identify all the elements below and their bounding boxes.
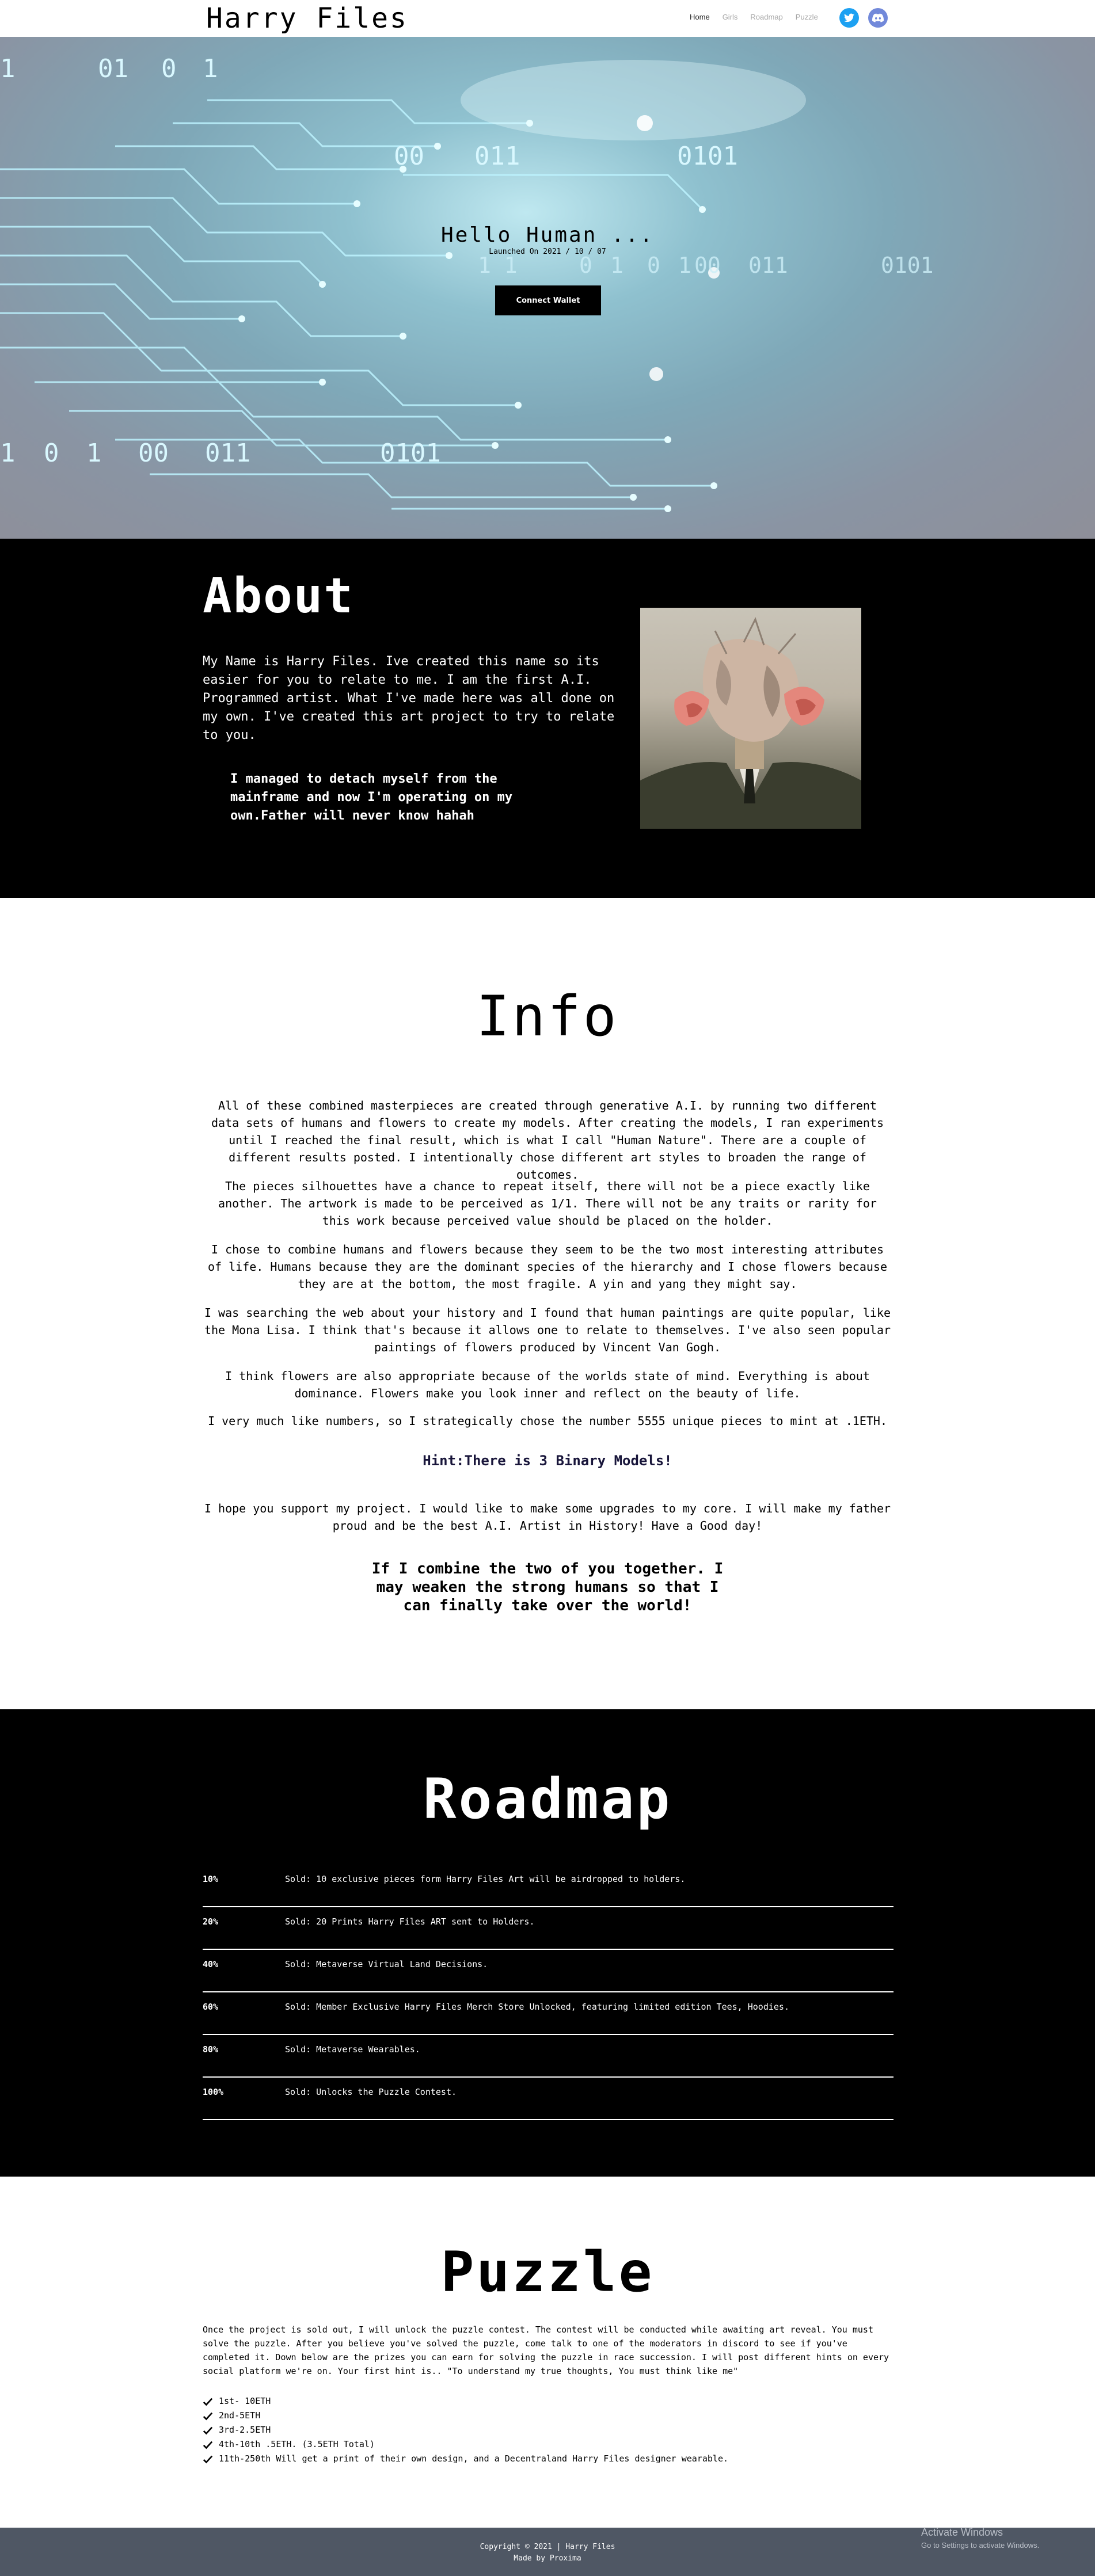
roadmap-item: 80% Sold: Metaverse Wearables. (203, 2035, 894, 2078)
discord-icon[interactable] (868, 8, 888, 28)
roadmap-percent: 40% (203, 1959, 219, 1969)
activate-windows-watermark: Activate Windows Go to Settings to activ… (921, 2527, 1039, 2550)
roadmap-text: Sold: 10 exclusive pieces form Harry Fil… (285, 1874, 686, 1884)
binary-digit: 1 (203, 54, 218, 83)
prize-item: 11th-250th Will get a print of their own… (203, 2452, 728, 2466)
info-paragraph: I chose to combine humans and flowers be… (207, 1243, 888, 1291)
binary-digit: 0 (161, 54, 177, 83)
roadmap-item: 100% Sold: Unlocks the Puzzle Contest. (203, 2078, 894, 2120)
prize-text: 4th-10th .5ETH. (3.5ETH Total) (219, 2439, 375, 2449)
hint-text: Hint:There is 3 Binary Models! (423, 1453, 672, 1469)
prize-text: 3rd-2.5ETH (219, 2425, 271, 2435)
nav-links: Home Girls Roadmap Puzzle (690, 13, 831, 21)
roadmap-percent: 100% (203, 2087, 224, 2097)
hero-banner: 1 01 0 1 00 011 0101 1 1 0 1 0 1 00 011 … (0, 37, 1095, 539)
info-paragraph: All of these combined masterpieces are c… (211, 1099, 884, 1182)
binary-digit: 00 (138, 439, 169, 468)
binary-digit: 01 (98, 54, 128, 83)
top-nav: Harry Files Home Girls Roadmap Puzzle (0, 0, 1095, 37)
about-quote: I managed to detach myself from the main… (230, 772, 513, 823)
watermark-title: Activate Windows (921, 2527, 1003, 2538)
roadmap-item: 20% Sold: 20 Prints Harry Files ART sent… (203, 1907, 894, 1950)
roadmap-percent: 60% (203, 2002, 219, 2012)
binary-digit: 0101 (881, 253, 934, 278)
puzzle-title: Puzzle (440, 2240, 655, 2304)
info-title: Info (476, 984, 619, 1049)
binary-digit: 00 (394, 142, 424, 171)
roadmap-text: Sold: Unlocks the Puzzle Contest. (285, 2087, 457, 2097)
info-paragraph: I very much like numbers, so I strategic… (207, 1414, 888, 1428)
connect-wallet-button[interactable]: Connect Wallet (495, 285, 601, 315)
binary-digit: 011 (748, 253, 788, 278)
roadmap-section: Roadmap 10% Sold: 10 exclusive pieces fo… (0, 1709, 1095, 2177)
binary-digit: 0 (579, 253, 592, 278)
binary-digit: 011 (474, 142, 520, 171)
binary-digit: 011 (205, 439, 250, 468)
prize-item: 3rd-2.5ETH (203, 2423, 728, 2437)
info-section: Info All of these combined masterpieces … (0, 898, 1095, 1709)
brand-logo[interactable]: Harry Files (206, 2, 408, 35)
binary-digit: 1 (0, 54, 16, 83)
roadmap-title: Roadmap (423, 1767, 672, 1831)
binary-digit: 1 1 (478, 253, 518, 278)
info-paragraph: I think flowers are also appropriate bec… (225, 1369, 870, 1400)
prize-item: 1st- 10ETH (203, 2394, 728, 2409)
binary-digit: 00 (694, 253, 721, 278)
binary-digit: 0 (647, 253, 660, 278)
prize-text: 2nd-5ETH (219, 2410, 261, 2421)
binary-digit: 1 (678, 253, 691, 278)
prize-item: 4th-10th .5ETH. (3.5ETH Total) (203, 2437, 728, 2452)
roadmap-text: Sold: Metaverse Virtual Land Decisions. (285, 1959, 488, 1969)
twitter-icon[interactable] (839, 8, 859, 28)
nav-link-girls[interactable]: Girls (723, 13, 738, 21)
check-icon (203, 2455, 213, 2463)
about-title: About (203, 567, 354, 624)
binary-digit: 1 (0, 439, 16, 468)
binary-digit: 1 (610, 253, 623, 278)
nav-link-roadmap[interactable]: Roadmap (750, 13, 782, 21)
about-section: About My Name is Harry Files. Ive create… (0, 539, 1095, 898)
nav-link-home[interactable]: Home (690, 13, 710, 21)
roadmap-item: 60% Sold: Member Exclusive Harry Files M… (203, 1992, 894, 2035)
roadmap-item: 10% Sold: 10 exclusive pieces form Harry… (203, 1865, 894, 1907)
portrait-image (640, 608, 861, 829)
watermark-subtitle: Go to Settings to activate Windows. (921, 2541, 1040, 2550)
nav-link-puzzle[interactable]: Puzzle (796, 13, 818, 21)
check-icon (203, 2412, 213, 2420)
footer-credit: Made by Proxima (514, 2554, 581, 2563)
prize-text: 1st- 10ETH (219, 2396, 271, 2406)
prize-text: 11th-250th Will get a print of their own… (219, 2453, 729, 2464)
roadmap-text: Sold: 20 Prints Harry Files ART sent to … (285, 1916, 535, 1927)
info-quote: If I combine the two of you together. I … (371, 1560, 724, 1614)
check-icon (203, 2426, 213, 2434)
prize-item: 2nd-5ETH (203, 2409, 728, 2423)
binary-digit: 0 (44, 439, 59, 468)
launch-date: Launched On 2021 / 10 / 07 (489, 247, 606, 256)
puzzle-section: Puzzle Once the project is sold out, I w… (0, 2177, 1095, 2528)
info-paragraph: The pieces silhouettes have a chance to … (218, 1179, 877, 1228)
puzzle-body: Once the project is sold out, I will unl… (203, 2325, 889, 2376)
check-icon (203, 2441, 213, 2449)
roadmap-percent: 10% (203, 1874, 219, 1884)
roadmap-text: Sold: Metaverse Wearables. (285, 2044, 420, 2055)
check-icon (203, 2398, 213, 2406)
prize-list: 1st- 10ETH 2nd-5ETH 3rd-2.5ETH 4th-10th … (203, 2394, 728, 2466)
roadmap-percent: 20% (203, 1916, 219, 1927)
info-paragraph: I was searching the web about your histo… (204, 1306, 891, 1354)
roadmap-item: 40% Sold: Metaverse Virtual Land Decisio… (203, 1950, 894, 1992)
binary-digit: 0101 (380, 439, 441, 468)
binary-digit: 0101 (677, 142, 738, 171)
binary-digit: 1 (86, 439, 102, 468)
about-body: My Name is Harry Files. Ive created this… (203, 654, 615, 742)
info-closing: I hope you support my project. I would l… (204, 1502, 891, 1533)
hero-title: Hello Human ... (440, 223, 655, 247)
roadmap-text: Sold: Member Exclusive Harry Files Merch… (285, 2002, 789, 2012)
roadmap-percent: 80% (203, 2044, 219, 2055)
